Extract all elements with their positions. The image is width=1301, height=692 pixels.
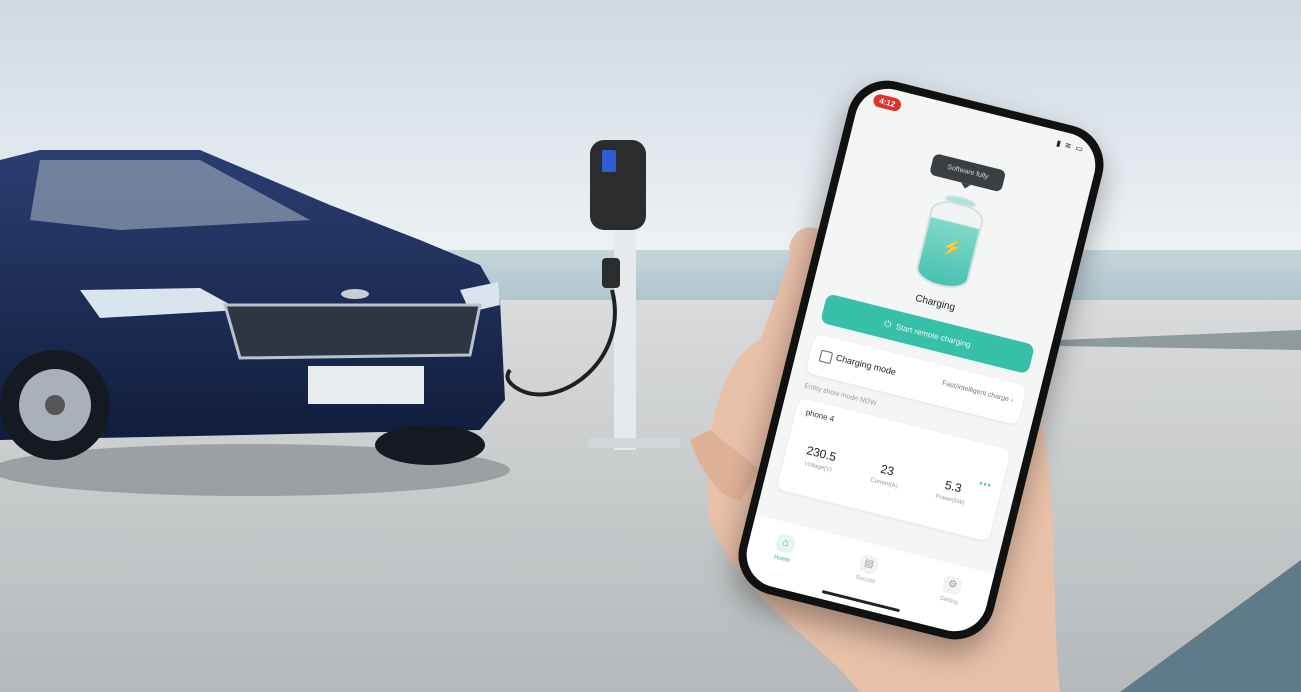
home-icon: ⌂: [774, 532, 797, 555]
chevron-right-icon: ›: [1009, 396, 1014, 405]
mode-icon: [818, 349, 834, 365]
gear-icon: ⚙: [941, 574, 964, 597]
car-logo: [341, 289, 369, 299]
stat-power: 5.3 Power(kW): [919, 472, 985, 510]
status-time: 4:12: [872, 92, 903, 113]
tab-record[interactable]: ▤ Record: [835, 549, 900, 591]
start-charging-label: Start remote charging: [894, 322, 972, 350]
record-icon: ▤: [858, 553, 880, 576]
power-icon: ⏻: [883, 318, 893, 330]
tooltip-bubble: Software fully: [929, 153, 1007, 193]
stats-card: phone 4 ••• 230.5 Voltage(V) 23 Current(…: [776, 397, 1011, 542]
home-indicator: [821, 589, 901, 613]
battery-illustration: ⚡: [906, 189, 993, 298]
photo-scene: 4:12 ▮ ≋ ▭ Software fully ⚡ Charging ⏻ St…: [0, 0, 1301, 692]
lightning-bolt-icon: ⚡: [940, 237, 964, 260]
background-photo: [0, 0, 1301, 692]
tab-setting[interactable]: ⚙ Setting: [919, 569, 984, 611]
stat-current: 23 Current(A): [853, 456, 919, 494]
tab-home[interactable]: ⌂ Home: [752, 528, 817, 570]
signal-wifi-battery-icon: ▮ ≋ ▭: [1055, 138, 1085, 154]
charging-mode-value-text: Fast/intelligent charge: [941, 379, 1010, 404]
rear-wheel: [375, 425, 485, 465]
stat-voltage: 230.5 Voltage(V): [787, 439, 853, 477]
charging-mode-value: Fast/intelligent charge ›: [941, 380, 1013, 404]
grille: [225, 305, 480, 358]
charging-mode-label: Charging mode: [834, 352, 898, 378]
license-plate: [308, 366, 424, 404]
stats-card-title: phone 4: [804, 407, 836, 424]
